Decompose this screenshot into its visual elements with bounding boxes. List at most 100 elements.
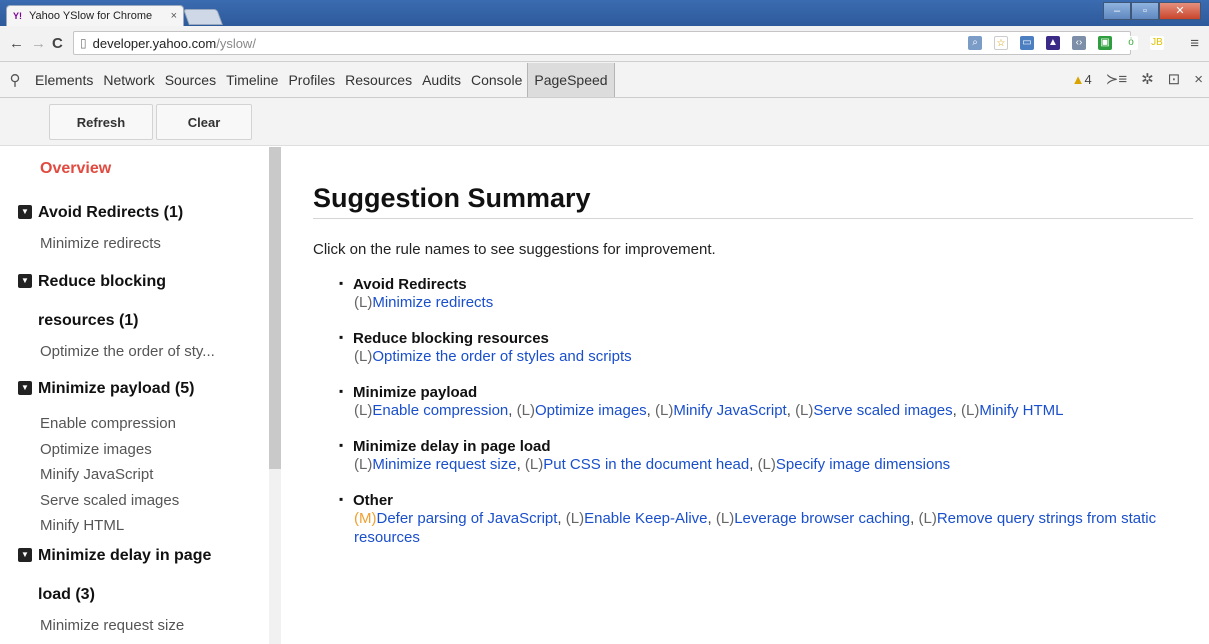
new-tab-button[interactable] xyxy=(183,9,223,25)
rule-link[interactable]: Minimize redirects xyxy=(372,294,493,311)
tab-close-icon[interactable]: × xyxy=(171,10,177,22)
chrome-menu-icon[interactable]: ≡ xyxy=(1190,35,1199,52)
clear-button[interactable]: Clear xyxy=(156,104,252,140)
rule-link[interactable]: Optimize the order of styles and scripts xyxy=(372,348,631,365)
warning-counter[interactable]: ▲4 xyxy=(1072,72,1092,87)
impact-level: (L) xyxy=(354,348,373,365)
rule-links: (M)Defer parsing of JavaScript, (L)Enabl… xyxy=(354,510,1157,546)
rule-link[interactable]: Enable Keep-Alive xyxy=(584,510,707,527)
devtools-close-icon[interactable]: × xyxy=(1194,71,1203,88)
sidebar-group-title: Avoid Redirects (1) xyxy=(38,204,184,221)
rule-link[interactable]: Minify HTML xyxy=(979,402,1063,419)
window-close-button[interactable]: ✕ xyxy=(1159,2,1201,20)
maximize-button[interactable]: ▫ xyxy=(1131,2,1159,20)
collapse-toggle-icon[interactable]: ▼ xyxy=(18,548,32,562)
rule-title-text: Avoid Redirects xyxy=(353,276,467,293)
gear-icon[interactable]: ✲ xyxy=(1141,70,1154,88)
sidebar-item-optimize-order[interactable]: Optimize the order of sty... xyxy=(40,339,258,365)
sidebar-scrollbar-thumb[interactable] xyxy=(269,147,281,469)
sidebar-group-title-line1: Minimize delay in page xyxy=(38,547,212,564)
sidebar-group-title: Minimize payload (5) xyxy=(38,380,195,397)
pagespeed-action-bar: Refresh Clear xyxy=(0,98,1209,146)
tab-elements[interactable]: Elements xyxy=(30,72,98,88)
reload-icon[interactable]: C xyxy=(52,35,63,52)
page-icon: ▯ xyxy=(80,36,87,50)
impact-level: (L) xyxy=(516,402,535,419)
sidebar-item-minimize-redirects[interactable]: Minimize redirects xyxy=(40,231,258,257)
rule-group: ▪ Minimize delay in page load (L)Minimize … xyxy=(339,438,1193,474)
extension-leaf-icon[interactable]: ȯ xyxy=(1124,36,1138,50)
rule-title: ▪ Minimize payload xyxy=(339,384,1193,401)
rule-link[interactable]: Minimize request size xyxy=(372,456,516,473)
extension-green-icon[interactable]: ▣ xyxy=(1098,36,1112,50)
rule-link[interactable]: Serve scaled images xyxy=(813,402,952,419)
dock-side-icon[interactable]: ⊡ xyxy=(1168,70,1181,88)
bookmark-star-icon[interactable]: ☆ xyxy=(994,36,1008,50)
extension-pagespeed-icon[interactable]: ▲ xyxy=(1046,36,1060,50)
collapse-toggle-icon[interactable]: ▼ xyxy=(18,381,32,395)
sidebar-group-header[interactable]: ▼ Reduce blocking xyxy=(18,263,258,300)
rule-link[interactable]: Leverage browser caching xyxy=(734,510,910,527)
rule-links: (L)Optimize the order of styles and scri… xyxy=(354,347,1193,366)
tab-title: Yahoo YSlow for Chrome xyxy=(29,10,153,22)
tab-audits[interactable]: Audits xyxy=(417,72,466,88)
impact-level: (L) xyxy=(524,456,544,473)
sidebar-item-enable-compression[interactable]: Enable compression xyxy=(40,411,258,437)
sidebar-item-optimize-images[interactable]: Optimize images xyxy=(40,437,258,463)
browser-tab[interactable]: Y! Yahoo YSlow for Chrome × xyxy=(6,5,184,26)
back-arrow-icon[interactable]: ← xyxy=(9,35,24,52)
tab-pagespeed[interactable]: PageSpeed xyxy=(527,62,615,97)
extension-code-icon[interactable]: ‹› xyxy=(1072,36,1086,50)
rule-title-text: Other xyxy=(353,492,394,509)
warning-count: 4 xyxy=(1084,71,1092,87)
rule-link[interactable]: Optimize images xyxy=(535,402,647,419)
intro-text: Click on the rule names to see suggestio… xyxy=(313,241,716,258)
zoom-icon[interactable]: ⌕ xyxy=(968,36,982,50)
sidebar-group-title-line2: resources (1) xyxy=(38,312,139,329)
url-path: /yslow/ xyxy=(216,35,256,51)
extension-js-icon[interactable]: JB xyxy=(1150,36,1164,50)
page-title: Suggestion Summary xyxy=(313,183,1193,219)
sidebar-group-reduce-blocking: ▼ Reduce blocking resources (1) Optimize… xyxy=(18,263,258,365)
sidebar-group-header-cont[interactable]: resources (1) xyxy=(18,302,258,339)
rule-link[interactable]: Defer parsing of JavaScript xyxy=(377,510,558,527)
rule-link[interactable]: Minify JavaScript xyxy=(673,402,786,419)
impact-level: (L) xyxy=(655,402,674,419)
impact-level: (M) xyxy=(354,510,377,527)
sidebar-item-minify-javascript[interactable]: Minify JavaScript xyxy=(40,462,258,488)
rule-link[interactable]: Specify image dimensions xyxy=(776,456,950,473)
rule-title: ▪ Avoid Redirects xyxy=(339,276,1193,293)
tab-profiles[interactable]: Profiles xyxy=(283,72,340,88)
rule-title: ▪ Other xyxy=(339,492,1193,509)
collapse-toggle-icon[interactable]: ▼ xyxy=(18,274,32,288)
sidebar-item-serve-scaled-images[interactable]: Serve scaled images xyxy=(40,488,258,514)
rule-link[interactable]: Put CSS in the document head xyxy=(543,456,749,473)
sidebar-item-overview[interactable]: Overview xyxy=(40,160,111,178)
sidebar-group-header[interactable]: ▼ Minimize payload (5) xyxy=(18,370,258,407)
sidebar-group-header[interactable]: ▼ Minimize delay in page xyxy=(18,537,258,574)
url-host: developer.yahoo.com xyxy=(92,35,217,51)
sidebar-group-header-cont[interactable]: load (3) xyxy=(18,576,258,613)
bullet-icon: ▪ xyxy=(339,384,344,398)
rule-title-text: Reduce blocking resources xyxy=(353,330,549,347)
tab-resources[interactable]: Resources xyxy=(340,72,417,88)
console-drawer-icon[interactable]: ≻≡ xyxy=(1106,70,1127,88)
forward-arrow-icon[interactable]: → xyxy=(31,35,46,52)
tab-network[interactable]: Network xyxy=(98,72,159,88)
tab-console[interactable]: Console xyxy=(466,72,527,88)
rule-link[interactable]: Enable compression xyxy=(372,402,508,419)
sidebar-item-minify-html[interactable]: Minify HTML xyxy=(40,513,258,539)
tab-timeline[interactable]: Timeline xyxy=(221,72,283,88)
extension-cast-icon[interactable]: ▭ xyxy=(1020,36,1034,50)
sidebar-group-avoid-redirects: ▼ Avoid Redirects (1) Minimize redirects xyxy=(18,194,258,257)
collapse-toggle-icon[interactable]: ▼ xyxy=(18,205,32,219)
suggestion-summary-panel: Suggestion Summary Click on the rule nam… xyxy=(313,147,1193,565)
sidebar-item-minimize-request-size[interactable]: Minimize request size xyxy=(40,613,258,639)
inspect-search-icon[interactable]: ⚲ xyxy=(0,71,30,89)
refresh-button[interactable]: Refresh xyxy=(49,104,153,140)
minimize-button[interactable]: – xyxy=(1103,2,1131,20)
devtools-toolbar: ⚲ Elements Network Sources Timeline Prof… xyxy=(0,62,1209,98)
tab-sources[interactable]: Sources xyxy=(160,72,221,88)
sidebar-group-header[interactable]: ▼ Avoid Redirects (1) xyxy=(18,194,258,231)
bullet-icon: ▪ xyxy=(339,492,344,506)
